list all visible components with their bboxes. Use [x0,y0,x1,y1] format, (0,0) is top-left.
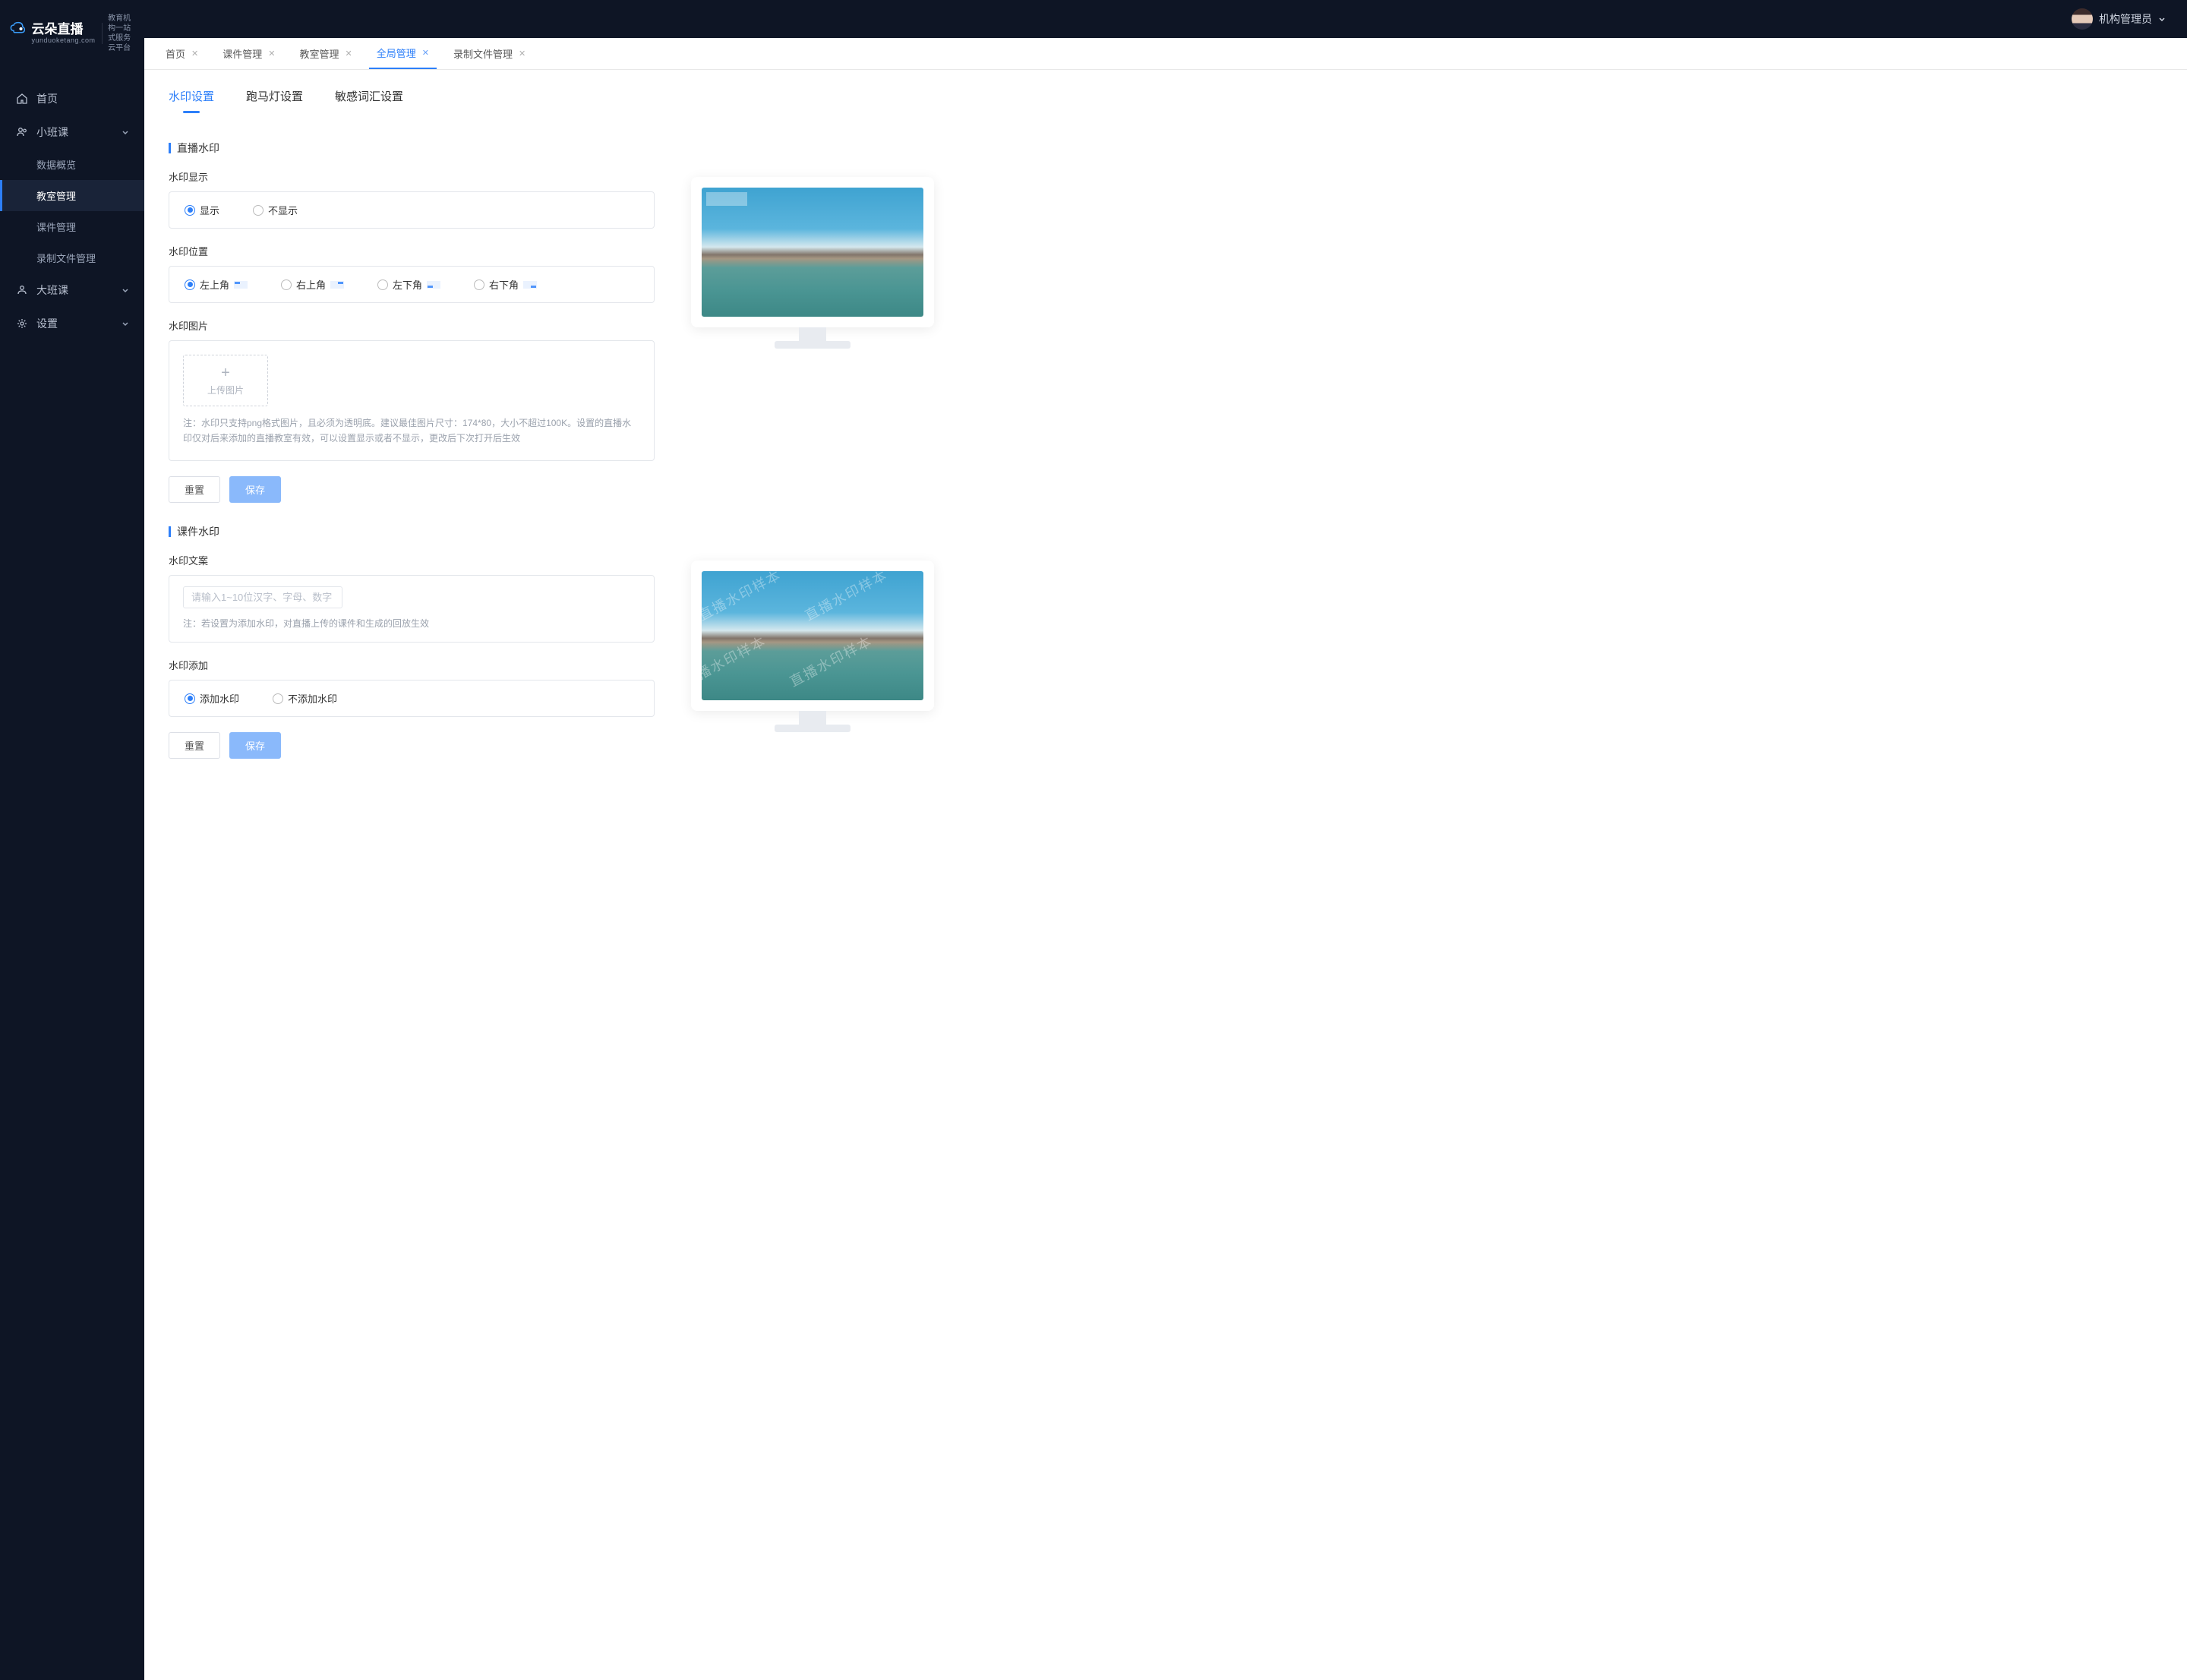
section-live-watermark: 直播水印 [169,141,2163,156]
radio-group-display: 显示 不显示 [169,191,655,229]
label-wm-display: 水印显示 [169,169,655,184]
section-course-watermark: 课件水印 [169,524,2163,539]
topbar: 机构管理员 [144,0,2187,38]
logo-icon [9,20,26,47]
tab-courseware[interactable]: 课件管理✕ [215,38,282,69]
watermark-sample-text: 直播水印样本 [801,571,891,625]
position-thumb-icon [427,281,440,289]
subtab-marquee[interactable]: 跑马灯设置 [246,88,303,113]
position-thumb-icon [234,281,248,289]
radio-group-position: 左上角 右上角 左下角 右下角 [169,266,655,303]
radio-group-add: 添加水印 不添加水印 [169,680,655,717]
upload-area: + 上传图片 注：水印只支持png格式图片，且必须为透明底。建议最佳图片尺寸：1… [169,340,655,461]
save-button-live[interactable]: 保存 [229,476,281,503]
sub-tabs: 水印设置 跑马灯设置 敏感词汇设置 [169,70,2163,119]
radio-add-no[interactable]: 不添加水印 [273,691,337,706]
preview-monitor-course: 直播水印样本 直播水印样本 直播水印样本 直播水印样本 [691,561,934,711]
label-wm-image: 水印图片 [169,318,655,333]
radio-top-left[interactable]: 左上角 [185,277,248,292]
group-icon [15,283,29,297]
avatar [2072,8,2093,30]
label-wm-position: 水印位置 [169,244,655,258]
radio-bottom-left[interactable]: 左下角 [377,277,440,292]
preview-monitor-live [691,177,934,327]
nav-home[interactable]: 首页 [0,82,144,115]
radio-add-yes[interactable]: 添加水印 [185,691,239,706]
tabs-bar: 首页✕ 课件管理✕ 教室管理✕ 全局管理✕ 录制文件管理✕ [144,38,2187,70]
watermark-sample-text: 直播水印样本 [702,571,784,625]
subnav-courseware-mgmt[interactable]: 课件管理 [0,211,144,242]
content: 水印设置 跑马灯设置 敏感词汇设置 直播水印 水印显示 显示 不显示 [144,70,2187,789]
subnav-classroom-mgmt[interactable]: 教室管理 [0,180,144,211]
nav-small-class[interactable]: 小班课 [0,115,144,149]
position-thumb-icon [330,281,344,289]
label-wm-add: 水印添加 [169,658,655,672]
label-wm-text: 水印文案 [169,553,655,567]
brand-tagline: 教育机构一站 式服务云平台 [108,14,135,53]
close-icon[interactable]: ✕ [422,48,429,58]
brand-domain: yunduoketang.com [32,36,96,44]
watermark-text-input[interactable] [183,586,342,608]
chevron-up-icon [122,126,129,138]
plus-icon: + [221,365,230,381]
position-thumb-icon [523,281,537,289]
user-menu[interactable]: 机构管理员 [2072,8,2166,30]
sidebar: 云朵直播 yunduoketang.com 教育机构一站 式服务云平台 首页 小… [0,0,144,1680]
nav-small-class-sub: 数据概览 教室管理 课件管理 录制文件管理 [0,149,144,273]
tab-recording[interactable]: 录制文件管理✕ [446,38,533,69]
close-icon[interactable]: ✕ [519,49,525,58]
chevron-down-icon [2158,13,2166,25]
brand-name: 云朵直播 [32,23,96,37]
reset-button-live[interactable]: 重置 [169,476,220,503]
tab-classroom[interactable]: 教室管理✕ [292,38,359,69]
nav-settings[interactable]: 设置 [0,307,144,340]
gear-icon [15,317,29,330]
radio-top-right[interactable]: 右上角 [281,277,344,292]
user-name: 机构管理员 [2099,11,2152,27]
upload-note: 注：水印只支持png格式图片，且必须为透明底。建议最佳图片尺寸：174*80，大… [183,415,640,447]
watermark-sample-text: 直播水印样本 [702,630,769,690]
chevron-down-icon [122,317,129,330]
close-icon[interactable]: ✕ [345,49,352,58]
subtab-watermark[interactable]: 水印设置 [169,88,214,113]
watermark-sample-text: 直播水印样本 [786,630,876,690]
radio-show[interactable]: 显示 [185,203,219,217]
close-icon[interactable]: ✕ [191,49,198,58]
radio-hide[interactable]: 不显示 [253,203,298,217]
tab-home[interactable]: 首页✕ [158,38,206,69]
users-icon [15,125,29,139]
text-note: 注：若设置为添加水印，对直播上传的课件和生成的回放生效 [183,616,640,631]
input-area: 注：若设置为添加水印，对直播上传的课件和生成的回放生效 [169,575,655,643]
chevron-down-icon [122,284,129,296]
brand-header: 云朵直播 yunduoketang.com 教育机构一站 式服务云平台 [0,0,144,67]
radio-bottom-right[interactable]: 右下角 [474,277,537,292]
nav: 首页 小班课 数据概览 教室管理 课件管理 录制文件管理 大班课 设置 [0,67,144,340]
nav-big-class[interactable]: 大班课 [0,273,144,307]
reset-button-course[interactable]: 重置 [169,732,220,759]
subnav-recording-mgmt[interactable]: 录制文件管理 [0,242,144,273]
main: 机构管理员 首页✕ 课件管理✕ 教室管理✕ 全局管理✕ 录制文件管理✕ 水印设置… [144,0,2187,1680]
watermark-sample-box [706,192,747,206]
close-icon[interactable]: ✕ [268,49,275,58]
home-icon [15,92,29,106]
subnav-data-overview[interactable]: 数据概览 [0,149,144,180]
subtab-sensitive[interactable]: 敏感词汇设置 [335,88,403,113]
upload-button[interactable]: + 上传图片 [183,355,268,406]
tab-global[interactable]: 全局管理✕ [369,38,437,69]
save-button-course[interactable]: 保存 [229,732,281,759]
